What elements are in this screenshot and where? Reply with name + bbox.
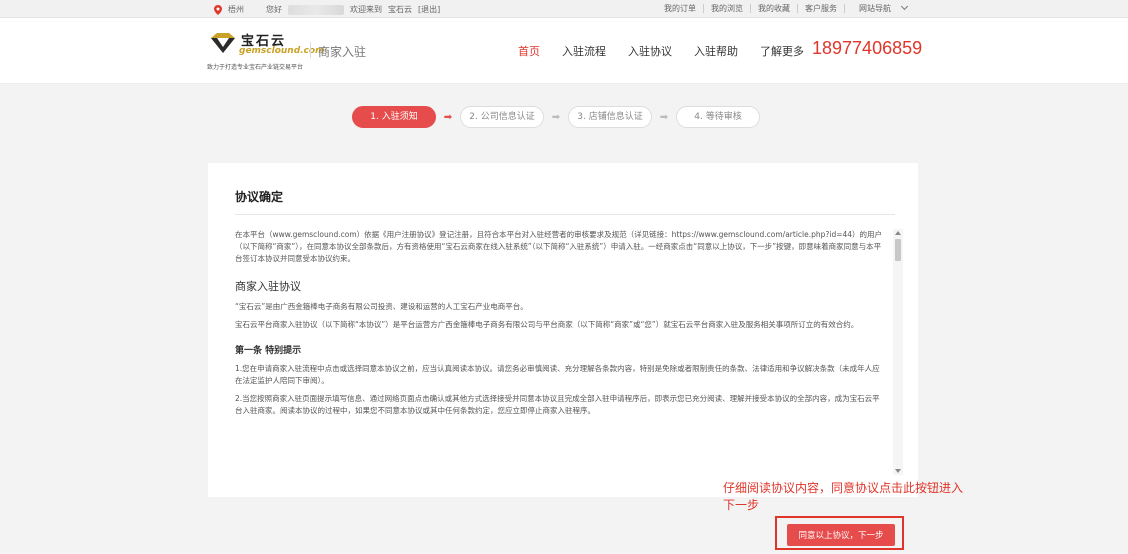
top-bar-links: 我的订单 我的浏览 我的收藏 客户服务 网站导航 [657, 2, 914, 13]
nav-agreement[interactable]: 入驻协议 [628, 43, 672, 59]
arrow-right-icon: ➡ [551, 111, 561, 123]
arrow-right-icon: ➡ [443, 111, 453, 123]
logo-domain: gemsclound.com [239, 46, 325, 56]
nav-help[interactable]: 入驻帮助 [694, 43, 738, 59]
my-favorites-link[interactable]: 我的收藏 [750, 4, 797, 13]
my-history-link[interactable]: 我的浏览 [703, 4, 750, 13]
greeting-text: 您好 [266, 5, 282, 14]
step-3: 3. 店铺信息认证 [568, 106, 652, 128]
customer-service-link[interactable]: 客户服务 [797, 4, 844, 13]
header: 宝石云 gemsclound.com 致力于打造专业宝石产业链交易平台 商家入驻… [0, 18, 1128, 84]
article-title: 第一条 特别提示 [235, 346, 302, 356]
gem-logo-icon [209, 32, 237, 60]
hotline-phone: 18977406859 [812, 38, 923, 58]
progress-steps: 1. 入驻须知 ➡ 2. 公司信息认证 ➡ 3. 店铺信息认证 ➡ 4. 等待审… [352, 106, 760, 128]
site-name-link[interactable]: 宝石云 [388, 4, 412, 15]
scroll-down-icon[interactable] [895, 469, 901, 473]
site-nav-link[interactable]: 网站导航 [844, 2, 914, 13]
location-pin-icon [214, 4, 222, 15]
nav-home[interactable]: 首页 [518, 43, 540, 59]
step-4: 4. 等待审核 [676, 106, 760, 128]
welcome-text: 欢迎来到 [350, 5, 382, 14]
logo-slogan: 致力于打造专业宝石产业链交易平台 [207, 64, 304, 71]
my-orders-link[interactable]: 我的订单 [657, 4, 703, 13]
agreement-title: 协议确定 [235, 190, 284, 204]
main-nav: 首页 入驻流程 入驻协议 入驻帮助 了解更多 [518, 43, 804, 59]
chevron-down-icon [900, 2, 909, 11]
header-divider [310, 42, 311, 58]
step-2: 2. 公司信息认证 [460, 106, 544, 128]
username-blurred [288, 4, 344, 15]
logout-link[interactable]: [退出] [418, 4, 440, 15]
agreement-scroll-area[interactable]: 在本平台（www.gemsclound.com）依据《用户注册协议》登记注册，且… [235, 229, 903, 475]
location-text[interactable]: 梧州 [228, 4, 244, 15]
section-title: 商家入驻协议 [235, 280, 301, 293]
nav-process[interactable]: 入驻流程 [562, 43, 606, 59]
title-divider [235, 214, 895, 215]
agreement-content: 在本平台（www.gemsclound.com）依据《用户注册协议》登记注册，且… [235, 229, 885, 417]
logo[interactable]: 宝石云 gemsclound.com 致力于打造专业宝石产业链交易平台 [207, 30, 324, 74]
top-bar: 梧州 您好 欢迎来到 宝石云 [退出] 我的订单 我的浏览 我的收藏 客户服务 … [0, 0, 1128, 18]
instruction-annotation: 仔细阅读协议内容，同意协议点击此按钮进入下一步 [723, 481, 964, 512]
arrow-right-icon: ➡ [659, 111, 669, 123]
step-1: 1. 入驻须知 [352, 106, 436, 128]
scrollbar-thumb[interactable] [895, 239, 901, 261]
top-bar-left: 梧州 您好 欢迎来到 宝石云 [退出] [214, 4, 440, 15]
nav-more[interactable]: 了解更多 [760, 43, 804, 59]
agreement-item-1: 1.您在申请商家入驻流程中点击或选择同意本协议之前，应当认真阅读本协议。请您务必… [235, 364, 880, 385]
agree-next-button[interactable]: 同意以上协议，下一步 [787, 524, 895, 546]
page-subtitle: 商家入驻 [318, 45, 367, 59]
agreement-para-2: 宝石云平台商家入驻协议（以下简称“本协议”）是平台运营方广西金箍棒电子商务有限公… [235, 320, 859, 329]
agreement-intro: 在本平台（www.gemsclound.com）依据《用户注册协议》登记注册，且… [235, 230, 883, 263]
scrollbar[interactable] [893, 229, 903, 475]
site-nav-label: 网站导航 [859, 4, 891, 13]
agreement-para-1: “宝石云”是由广西金箍棒电子商务有限公司投资、建设和运营的人工宝石产业电商平台。 [235, 302, 528, 311]
agreement-card: 协议确定 在本平台（www.gemsclound.com）依据《用户注册协议》登… [208, 163, 918, 497]
scroll-up-icon[interactable] [895, 231, 901, 235]
agreement-item-2: 2.当您按照商家入驻页面提示填写信息、通过网络页面点击确认或其他方式选择接受并同… [235, 394, 880, 415]
